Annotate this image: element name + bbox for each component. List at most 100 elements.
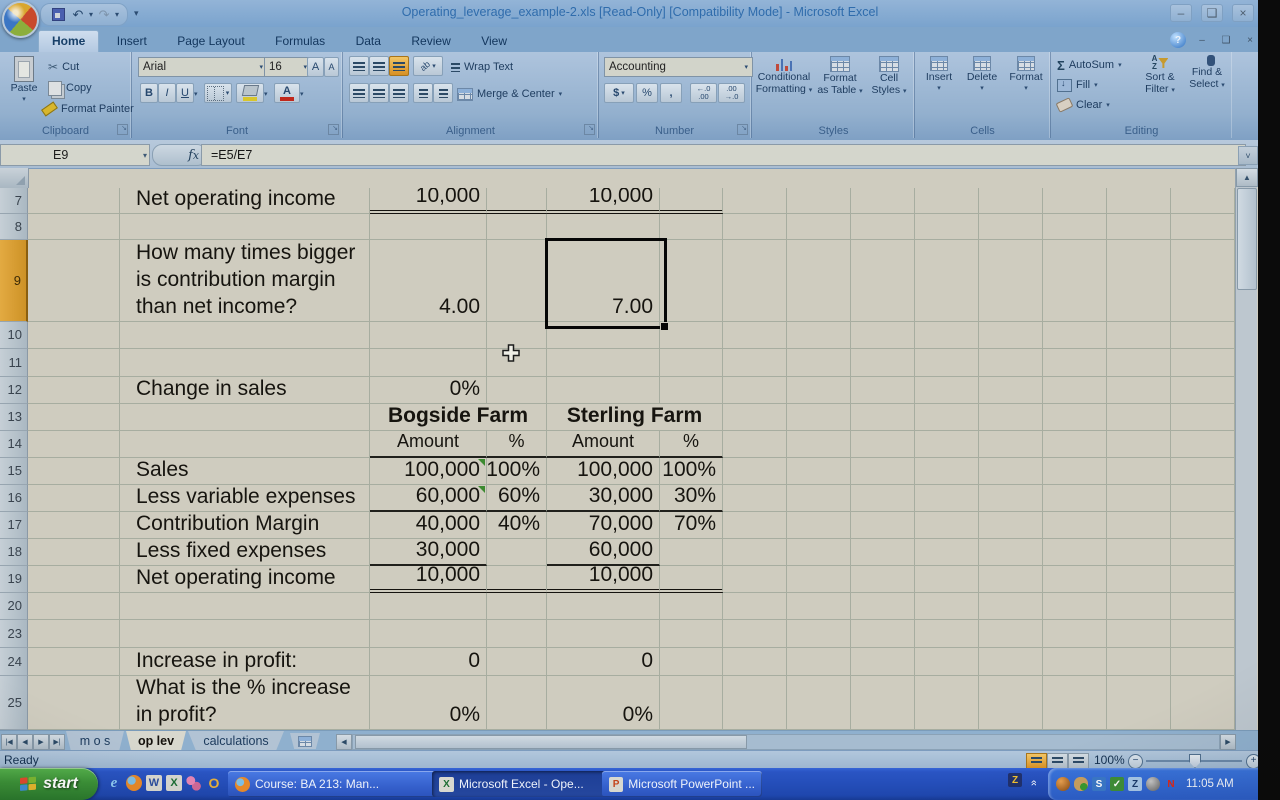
cell-C13[interactable]: Bogside Farm bbox=[370, 404, 547, 431]
cell-A18[interactable] bbox=[28, 539, 120, 566]
keys-icon[interactable] bbox=[186, 775, 202, 791]
cell-F19[interactable] bbox=[660, 566, 723, 593]
cell-J14[interactable] bbox=[915, 431, 979, 458]
borders-button[interactable]: ▾ bbox=[204, 83, 232, 103]
underline-dropdown[interactable]: ▾ bbox=[194, 90, 198, 98]
cell-H18[interactable] bbox=[787, 539, 851, 566]
firefox-icon[interactable] bbox=[126, 775, 142, 791]
cell-J16[interactable] bbox=[915, 485, 979, 512]
cell-H12[interactable] bbox=[787, 377, 851, 404]
cell-B19[interactable]: Net operating income bbox=[120, 566, 370, 593]
cell-H23[interactable] bbox=[787, 620, 851, 648]
cell-B11[interactable] bbox=[120, 349, 370, 377]
cell-K19[interactable] bbox=[979, 566, 1043, 593]
cell-A24[interactable] bbox=[28, 648, 120, 676]
cell-A15[interactable] bbox=[28, 458, 120, 485]
cell-K20[interactable] bbox=[979, 593, 1043, 620]
row-header-16[interactable]: 16 bbox=[0, 485, 28, 512]
cell-H24[interactable] bbox=[787, 648, 851, 676]
cell-F7[interactable] bbox=[660, 188, 723, 214]
row-header-20[interactable]: 20 bbox=[0, 593, 28, 620]
cell-B13[interactable] bbox=[120, 404, 370, 431]
cell-N19[interactable] bbox=[1171, 566, 1235, 593]
font-size-combo[interactable]: 16▾ bbox=[264, 57, 312, 77]
cell-F16[interactable]: 30% bbox=[660, 485, 723, 512]
cell-C9[interactable]: 4.00 bbox=[370, 240, 487, 322]
hscroll-left-button[interactable]: ◀ bbox=[336, 734, 352, 750]
insert-worksheet-tab[interactable] bbox=[290, 733, 320, 749]
row-header-25[interactable]: 25 bbox=[0, 676, 28, 730]
cell-G7[interactable] bbox=[723, 188, 787, 214]
cell-C15[interactable]: 100,000 bbox=[370, 458, 487, 485]
cell-C11[interactable] bbox=[370, 349, 487, 377]
tab-view[interactable]: View bbox=[468, 31, 520, 52]
cell-G14[interactable] bbox=[723, 431, 787, 458]
hscroll-right-button[interactable]: ▶ bbox=[1220, 734, 1236, 750]
cell-H8[interactable] bbox=[787, 214, 851, 240]
cell-E24[interactable]: 0 bbox=[547, 648, 660, 676]
cell-N16[interactable] bbox=[1171, 485, 1235, 512]
doc-minimize-button[interactable]: – bbox=[1194, 34, 1210, 47]
tab-page-layout[interactable]: Page Layout bbox=[164, 31, 257, 52]
cell-K11[interactable] bbox=[979, 349, 1043, 377]
font-color-dropdown[interactable]: ▾ bbox=[300, 90, 304, 98]
cell-K25[interactable] bbox=[979, 676, 1043, 730]
find-select-button[interactable]: Find & Select ▾ bbox=[1185, 55, 1229, 92]
cell-I14[interactable] bbox=[851, 431, 915, 458]
cell-J10[interactable] bbox=[915, 322, 979, 349]
grow-font-button[interactable]: A bbox=[307, 57, 324, 77]
next-sheet-button[interactable]: ▶ bbox=[33, 734, 49, 750]
ie-icon[interactable]: e bbox=[106, 775, 122, 791]
task-button-2[interactable]: XMicrosoft Excel - Ope... bbox=[432, 771, 610, 797]
cell-I9[interactable] bbox=[851, 240, 915, 322]
cell-J12[interactable] bbox=[915, 377, 979, 404]
fill-color-dropdown[interactable]: ▾ bbox=[264, 90, 268, 98]
cell-A17[interactable] bbox=[28, 512, 120, 539]
cell-B25[interactable]: What is the % increase in profit? bbox=[120, 676, 370, 730]
cell-I20[interactable] bbox=[851, 593, 915, 620]
row-header-15[interactable]: 15 bbox=[0, 458, 28, 485]
cell-H15[interactable] bbox=[787, 458, 851, 485]
page-layout-view-button[interactable] bbox=[1047, 753, 1068, 769]
update-icon[interactable] bbox=[1146, 777, 1160, 791]
cell-E17[interactable]: 70,000 bbox=[547, 512, 660, 539]
cell-L7[interactable] bbox=[1043, 188, 1107, 214]
decrease-indent-button[interactable] bbox=[413, 83, 433, 103]
cell-E25[interactable]: 0% bbox=[547, 676, 660, 730]
cell-B9[interactable]: How many times bigger is contribution ma… bbox=[120, 240, 370, 322]
cell-J24[interactable] bbox=[915, 648, 979, 676]
cell-M13[interactable] bbox=[1107, 404, 1171, 431]
cell-M8[interactable] bbox=[1107, 214, 1171, 240]
cell-H14[interactable] bbox=[787, 431, 851, 458]
row-header-8[interactable]: 8 bbox=[0, 214, 28, 240]
cell-G11[interactable] bbox=[723, 349, 787, 377]
cell-F25[interactable] bbox=[660, 676, 723, 730]
clear-button[interactable]: Clear▾ bbox=[1057, 96, 1110, 114]
help-button[interactable]: ? bbox=[1170, 32, 1186, 48]
messenger-icon[interactable]: S bbox=[1092, 777, 1106, 791]
cell-I12[interactable] bbox=[851, 377, 915, 404]
cell-I8[interactable] bbox=[851, 214, 915, 240]
cell-E16[interactable]: 30,000 bbox=[547, 485, 660, 512]
cell-A16[interactable] bbox=[28, 485, 120, 512]
align-center-button[interactable] bbox=[369, 83, 389, 103]
cell-N25[interactable] bbox=[1171, 676, 1235, 730]
cell-L16[interactable] bbox=[1043, 485, 1107, 512]
row-header-7[interactable]: 7 bbox=[0, 188, 28, 214]
vertical-scrollbar[interactable]: ▲ ▼ bbox=[1235, 168, 1257, 750]
cell-H13[interactable] bbox=[787, 404, 851, 431]
start-button[interactable]: start bbox=[0, 768, 98, 800]
cell-G8[interactable] bbox=[723, 214, 787, 240]
fill-button[interactable]: Fill▾ bbox=[1057, 76, 1098, 94]
cell-J20[interactable] bbox=[915, 593, 979, 620]
cell-I15[interactable] bbox=[851, 458, 915, 485]
cell-G13[interactable] bbox=[723, 404, 787, 431]
cell-F10[interactable] bbox=[660, 322, 723, 349]
cell-A8[interactable] bbox=[28, 214, 120, 240]
cell-E13[interactable]: Sterling Farm bbox=[547, 404, 723, 431]
cell-K8[interactable] bbox=[979, 214, 1043, 240]
clipboard-dialog-launcher[interactable]: ↘ bbox=[117, 124, 128, 135]
cell-C12[interactable]: 0% bbox=[370, 377, 487, 404]
cell-L9[interactable] bbox=[1043, 240, 1107, 322]
zoom-out-button[interactable]: − bbox=[1128, 754, 1143, 769]
